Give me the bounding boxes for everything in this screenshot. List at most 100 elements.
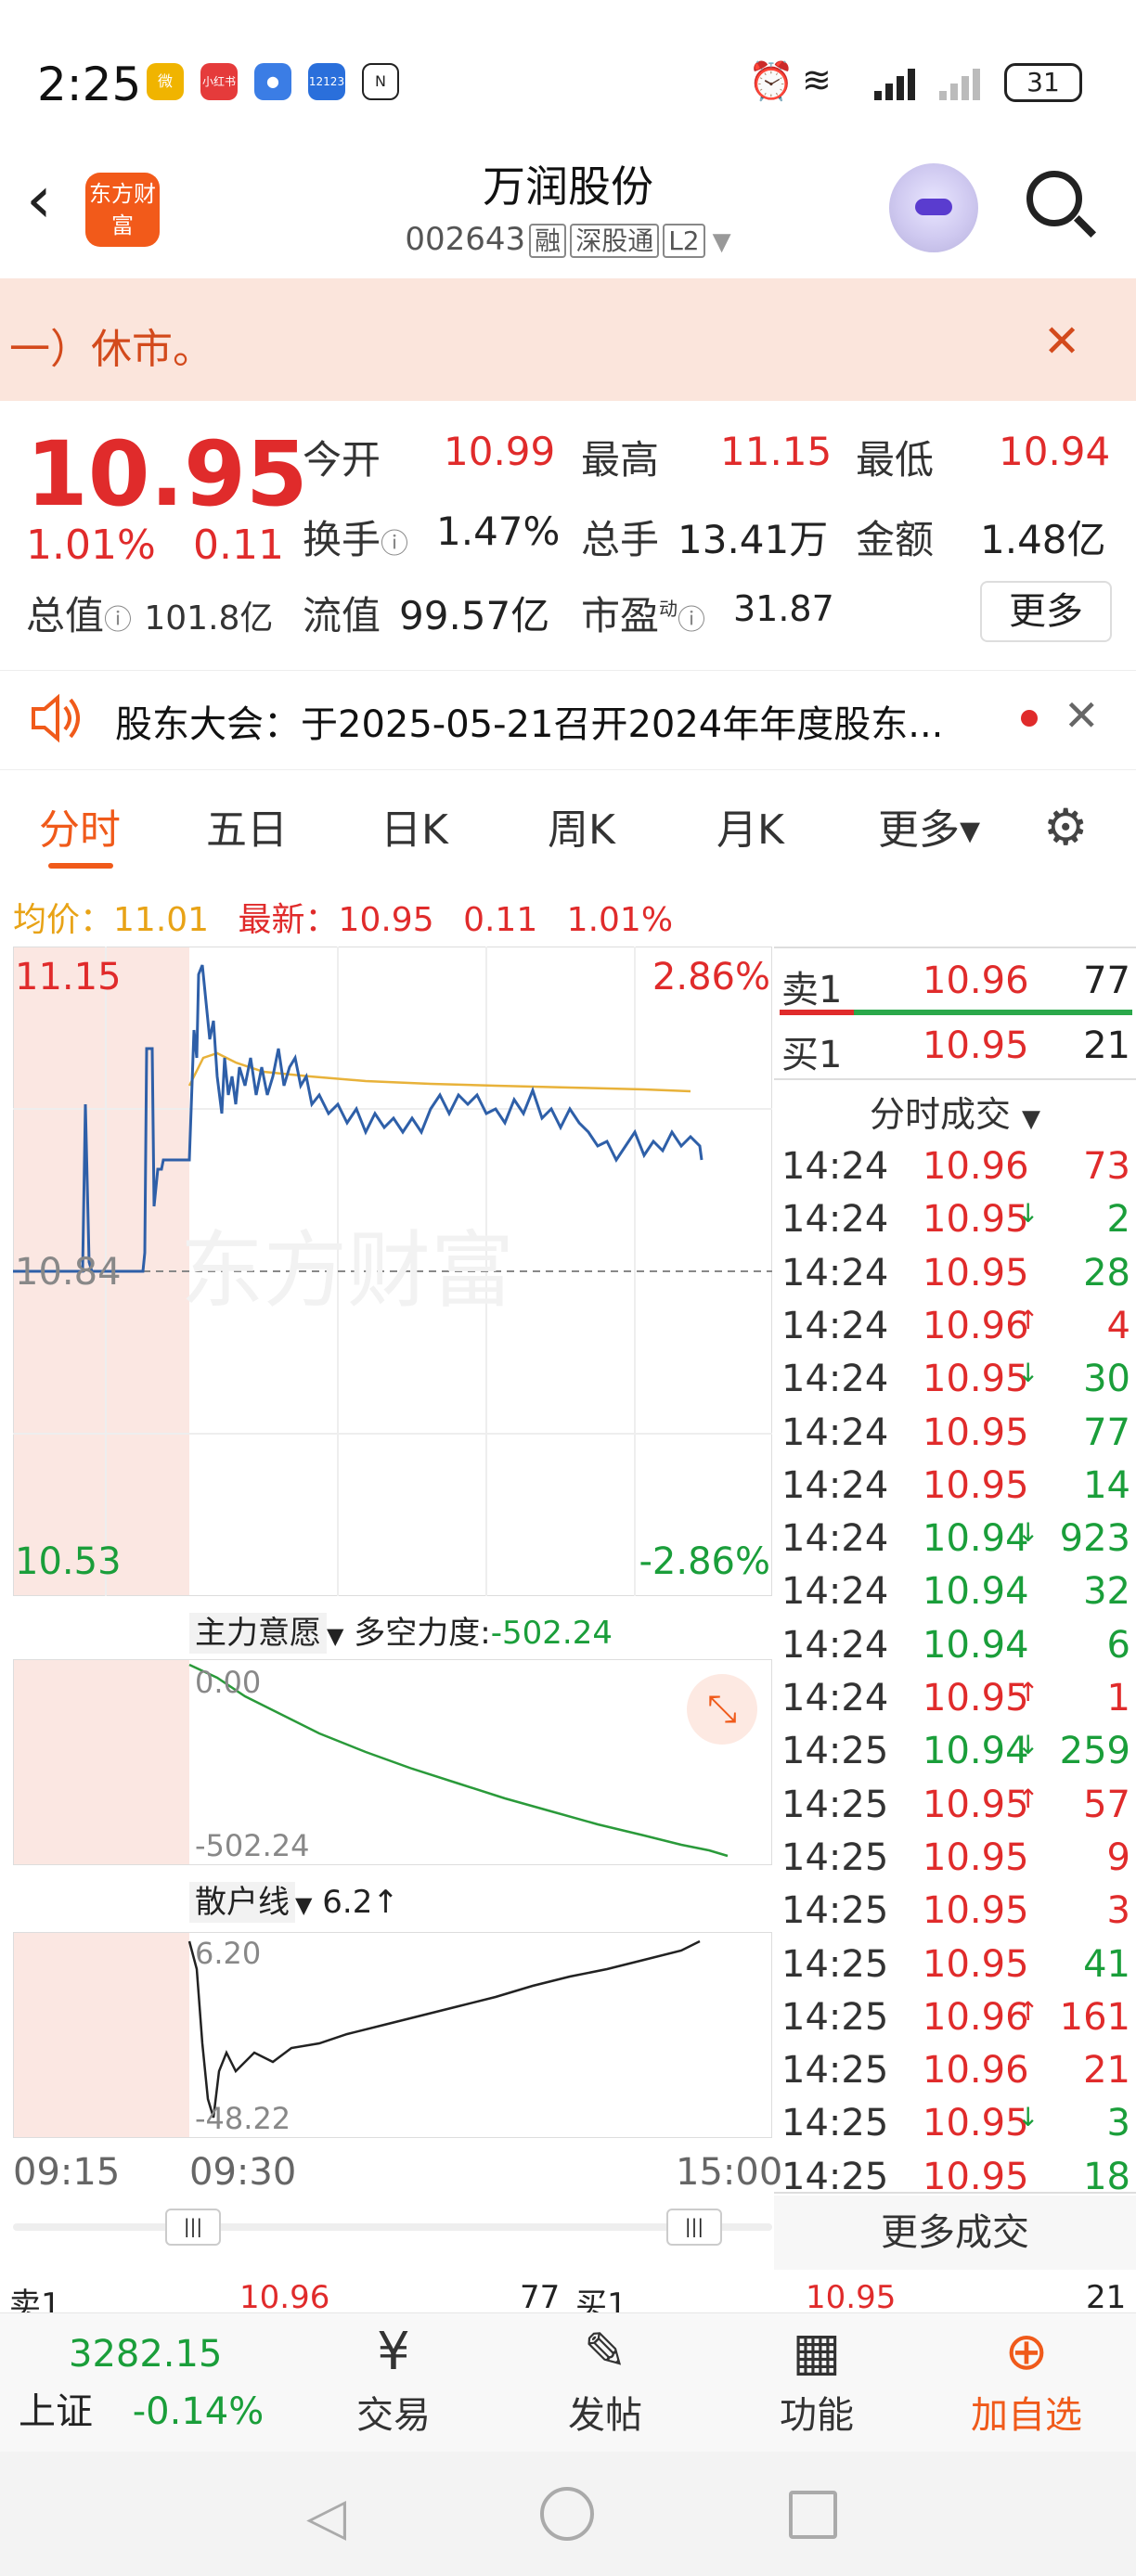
amount-value: 1.48亿 bbox=[980, 517, 1106, 562]
time-range-slider[interactable]: ||| ||| bbox=[13, 2209, 772, 2246]
trade-time: 14:24 bbox=[781, 1358, 889, 1401]
time-axis-open: 09:30 bbox=[189, 2151, 297, 2194]
index-value: 3282.15 bbox=[69, 2333, 223, 2376]
indicator-selector-2[interactable]: 散户线 ▼ 6.2↑ bbox=[189, 1876, 399, 1923]
assistant-avatar[interactable] bbox=[889, 163, 978, 252]
open-label: 今开 bbox=[303, 437, 381, 483]
more-quote-button[interactable]: 更多 bbox=[980, 581, 1112, 642]
watermark: 东方财富 bbox=[180, 1222, 514, 1320]
turnover-label-row[interactable]: 换手ⓘ bbox=[303, 509, 408, 565]
trade-time: 14:24 bbox=[781, 1570, 889, 1614]
trade-time: 14:25 bbox=[781, 1783, 889, 1826]
trade-volume: 6 bbox=[1106, 1623, 1130, 1667]
open-value: 10.99 bbox=[444, 429, 556, 474]
trade-time: 14:25 bbox=[781, 1835, 889, 1879]
strip-sell1-label: 卖1 bbox=[9, 2286, 61, 2312]
pct-axis-min: -2.86% bbox=[639, 1540, 770, 1583]
trade-row: 14:24 10.94 32 bbox=[774, 1570, 1136, 1622]
nav-home-icon[interactable] bbox=[540, 2487, 594, 2541]
tab-daily-k[interactable]: 日K bbox=[381, 796, 448, 856]
main-force-panel[interactable]: 0.00 -502.24 ⤡ bbox=[12, 1658, 773, 1866]
post-label: 发帖 bbox=[568, 2394, 642, 2437]
divider bbox=[774, 947, 1136, 948]
nav-back-icon[interactable]: ◁ bbox=[306, 2487, 346, 2547]
status-time: 2:25 bbox=[37, 58, 142, 111]
trade-direction-icon: ↓ bbox=[1017, 1358, 1039, 1389]
tab-intraday[interactable]: 分时 bbox=[39, 796, 121, 856]
trade-row: 14:25 10.94 ↓ 259 bbox=[774, 1730, 1136, 1782]
alarm-icon: ⏰ bbox=[748, 60, 794, 103]
high-value: 11.15 bbox=[720, 429, 833, 474]
trade-direction-icon: ↓ bbox=[1017, 1517, 1039, 1549]
trade-volume: 41 bbox=[1083, 1942, 1130, 1986]
trade-volume: 923 bbox=[1059, 1517, 1130, 1561]
trade-row: 14:25 10.95 9 bbox=[774, 1836, 1136, 1888]
order-book-ratio-bar bbox=[780, 1010, 1132, 1015]
divider bbox=[774, 2192, 1136, 2194]
buy1-price: 10.95 bbox=[923, 1024, 1029, 1067]
time-axis-close: 15:00 bbox=[676, 2151, 783, 2194]
buy1-volume: 21 bbox=[1083, 1024, 1130, 1067]
stock-code: 002643 bbox=[405, 221, 526, 258]
change-percent: 1.01% bbox=[26, 522, 156, 569]
trade-volume: 28 bbox=[1083, 1251, 1130, 1294]
trade-price: 10.95 bbox=[923, 1783, 1029, 1826]
indicator-selector-1[interactable]: 主力意愿 ▼ 多空力度:-502.24 bbox=[189, 1607, 613, 1654]
slider-handle-right[interactable]: ||| bbox=[666, 2209, 722, 2246]
trade-direction-icon: ↓ bbox=[1017, 1198, 1039, 1230]
main-force-chart-svg bbox=[12, 1658, 773, 1866]
intraday-chart-svg: 东方财富 bbox=[12, 946, 773, 1597]
tab-more[interactable]: 更多▾ bbox=[878, 796, 980, 856]
trade-volume: 1 bbox=[1106, 1677, 1130, 1719]
trade-time: 14:25 bbox=[781, 1942, 889, 1986]
add-favorite-button[interactable]: ⊕ 加自选 bbox=[943, 2320, 1110, 2439]
trade-button[interactable]: ¥ 交易 bbox=[310, 2320, 477, 2439]
close-icon[interactable]: ✕ bbox=[1064, 690, 1100, 741]
trade-volume: 57 bbox=[1083, 1783, 1130, 1826]
strip-buy1-price: 10.95 bbox=[806, 2279, 897, 2312]
tab-monthly-k[interactable]: 月K bbox=[716, 796, 784, 856]
intraday-chart[interactable]: 东方财富 11.15 10.53 2.86% -2.86% 10.84 bbox=[12, 946, 773, 1597]
trade-row: 14:24 10.95 77 bbox=[774, 1411, 1136, 1463]
robot-face-icon bbox=[915, 199, 952, 215]
tab-weekly-k[interactable]: 周K bbox=[548, 796, 615, 856]
weibo-icon: 微 bbox=[147, 63, 184, 100]
grid-icon: ▦ bbox=[792, 2322, 842, 2382]
latest-label: 最新： bbox=[238, 901, 339, 939]
trade-label: 交易 bbox=[356, 2394, 431, 2437]
post-button[interactable]: ✎ 发帖 bbox=[522, 2320, 689, 2439]
index-name: 上证 bbox=[19, 2390, 93, 2433]
tab-five-day[interactable]: 五日 bbox=[206, 796, 288, 856]
more-trades-button[interactable]: 更多成交 bbox=[774, 2196, 1136, 2270]
sell1-row[interactable]: 卖1 10.96 77 bbox=[774, 960, 1136, 1011]
speaker-icon bbox=[28, 692, 84, 744]
buy1-row[interactable]: 买1 10.95 21 bbox=[774, 1024, 1136, 1076]
function-button[interactable]: ▦ 功能 bbox=[733, 2320, 900, 2439]
index-ticker[interactable]: 3282.15 上证 -0.14% bbox=[19, 2333, 297, 2435]
trades-header-label: 分时成交 bbox=[869, 1094, 1011, 1135]
expand-icon[interactable]: ⤡ bbox=[687, 1674, 757, 1745]
amount-label: 金额 bbox=[856, 517, 935, 562]
12123-icon: 12123 bbox=[308, 63, 345, 100]
close-icon[interactable]: ✕ bbox=[1043, 316, 1080, 367]
trade-icon: ¥ bbox=[377, 2322, 410, 2382]
latest-pct: 1.01% bbox=[566, 901, 674, 939]
metric-value: 6.2↑ bbox=[322, 1884, 399, 1921]
pe-label-row[interactable]: 市盈动ⓘ bbox=[581, 585, 705, 641]
post-icon: ✎ bbox=[583, 2322, 627, 2382]
total-cap-row[interactable]: 总值ⓘ 101.8亿 bbox=[26, 585, 273, 641]
retail-line-chart-svg bbox=[12, 1931, 773, 2139]
trade-row: 14:25 10.95 3 bbox=[774, 1889, 1136, 1941]
sell1-price: 10.96 bbox=[923, 960, 1029, 1002]
trade-volume: 2 bbox=[1106, 1198, 1130, 1242]
strip-sell1-volume: 77 bbox=[520, 2279, 561, 2312]
turnover-value: 1.47% bbox=[436, 509, 561, 554]
gear-icon[interactable]: ⚙ bbox=[1043, 798, 1088, 857]
trade-direction-icon: ↑ bbox=[1017, 1304, 1039, 1335]
search-icon[interactable] bbox=[1026, 171, 1082, 226]
nav-recents-icon[interactable] bbox=[789, 2491, 837, 2539]
retail-line-panel[interactable]: 6.20 -48.22 bbox=[12, 1931, 773, 2139]
announcement-text[interactable]: 股东大会：于2025-05-21召开2024年年度股东... bbox=[115, 694, 943, 748]
slider-handle-left[interactable]: ||| bbox=[165, 2209, 221, 2246]
trades-header[interactable]: 分时成交 ▼ bbox=[774, 1086, 1136, 1137]
